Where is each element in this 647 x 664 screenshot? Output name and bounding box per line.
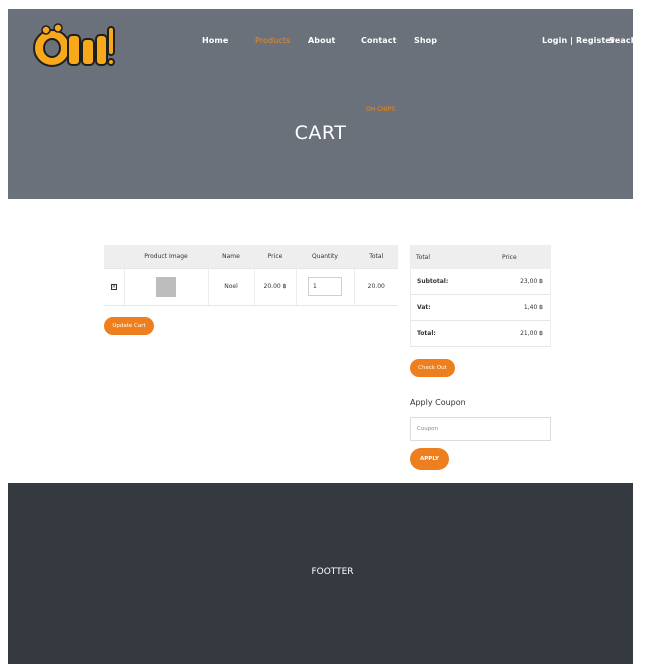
vat-value: 1,40 ฿: [523, 304, 543, 311]
checkout-button[interactable]: Check Out: [410, 359, 455, 377]
cart-totals: Total Price Subtotal: 23,00 ฿ Vat: 1,40 …: [410, 245, 551, 347]
nav-contact[interactable]: Contact: [361, 36, 397, 45]
remove-column-header: [104, 245, 124, 268]
brand-logo[interactable]: [32, 21, 116, 69]
product-thumbnail[interactable]: [156, 276, 176, 297]
quantity-input[interactable]: 1: [308, 277, 342, 296]
coupon-title: Apply Coupon: [410, 398, 466, 407]
hero-banner: Home Products About Contact Shop Login |…: [8, 9, 636, 199]
hero-eyebrow: OH CHIPS: [365, 106, 396, 113]
page-title: CART: [294, 122, 347, 144]
column-header: Price: [253, 245, 296, 268]
page: Home Products About Contact Shop Login |…: [0, 0, 647, 664]
totals-header: Total Price: [410, 245, 551, 269]
total-value: 21,00 ฿: [520, 330, 543, 337]
nav-login-register[interactable]: Login | Register: [542, 36, 615, 45]
subtotal-row: Subtotal: 23,00 ฿: [410, 269, 551, 295]
footer-text: FOOTTER: [311, 567, 354, 577]
total-row: Total: 21,00 ฿: [410, 321, 551, 347]
column-header: Total: [353, 245, 398, 268]
column-header: Product Image: [123, 245, 208, 268]
vat-label: Vat:: [417, 304, 431, 311]
subtotal-value: 23,00 ฿: [520, 278, 543, 285]
totals-header-price: Price: [502, 253, 517, 261]
remove-item-icon[interactable]: ×: [110, 284, 117, 290]
footer: FOOTTER: [8, 483, 633, 664]
total-label: Total:: [417, 330, 436, 337]
nav-shop[interactable]: Shop: [414, 36, 437, 45]
remove-cell: ×: [104, 267, 124, 306]
nav-products[interactable]: Products: [255, 36, 290, 45]
cart-table: Product Image Name Price Quantity Total …: [104, 245, 398, 306]
quantity-cell: 1: [295, 267, 354, 306]
column-header: Quantity: [295, 245, 354, 268]
totals-header-total: Total: [416, 253, 431, 261]
nav-search[interactable]: Seach: [609, 36, 637, 45]
column-header: Name: [207, 245, 254, 268]
vat-row: Vat: 1,40 ฿: [410, 295, 551, 321]
update-cart-button[interactable]: Update Cart: [104, 317, 154, 335]
coupon-input[interactable]: Coupon: [410, 417, 551, 441]
product-price: 20.00 ฿: [253, 267, 296, 306]
product-name: Noel: [207, 267, 254, 306]
subtotal-label: Subtotal:: [417, 278, 449, 285]
nav-home[interactable]: Home: [202, 36, 228, 45]
table-row: × Noel 20.00 ฿ 1 20.00: [104, 267, 398, 306]
nav-about[interactable]: About: [308, 36, 335, 45]
apply-coupon-button[interactable]: APPLY: [410, 448, 449, 470]
cart-table-header: Product Image Name Price Quantity Total: [104, 245, 398, 268]
product-image-cell: [123, 267, 208, 306]
product-total: 20.00: [353, 267, 398, 306]
